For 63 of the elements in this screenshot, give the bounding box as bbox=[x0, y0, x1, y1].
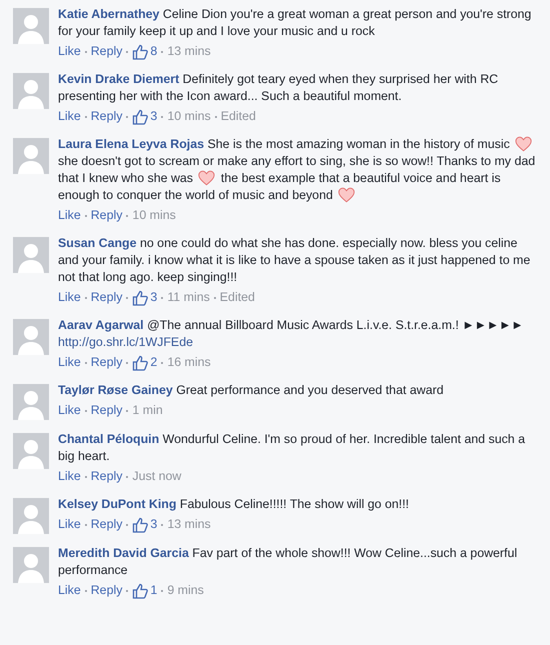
heart-icon bbox=[198, 170, 216, 186]
comment-text: Laura Elena Leyva Rojas She is the most amazing woman in the history of music she doesn't got to scream or make any effort to sing, she is so wow!! Thanks to my dad that I knew who she was the best example that a beautiful voice and heart is enough to conquer the world of music and beyond bbox=[58, 136, 536, 204]
reply-link[interactable]: Reply bbox=[90, 468, 122, 485]
like-count: 3 bbox=[150, 289, 158, 306]
author-name[interactable]: Kevin Drake Diemert bbox=[58, 72, 180, 86]
heart-icon bbox=[515, 136, 532, 152]
thumbs-up-icon bbox=[132, 108, 148, 124]
like-count: 3 bbox=[150, 108, 158, 125]
author-name[interactable]: Aarav Agarwal bbox=[58, 318, 144, 332]
like-link[interactable]: Like bbox=[58, 289, 81, 306]
comment-time[interactable]: Just now bbox=[132, 468, 182, 485]
thumbs-up-icon bbox=[132, 290, 148, 306]
like-link[interactable]: Like bbox=[58, 402, 81, 419]
comment-text: Katie Abernathey Celine Dion you're a great woman a great person and you're strong for your family keep it up and I love your music and u rock bbox=[58, 6, 532, 40]
heart-icon bbox=[338, 187, 356, 203]
reply-link[interactable]: Reply bbox=[90, 289, 122, 306]
comment-time[interactable]: 13 mins bbox=[167, 43, 211, 60]
comment-text: Meredith David Garcia Fav part of the whole show!!! Wow Celine...such a powerful performance bbox=[58, 545, 518, 579]
edited-label[interactable]: Edited bbox=[220, 289, 255, 306]
like-link[interactable]: Like bbox=[58, 468, 81, 485]
like-count: 2 bbox=[150, 354, 158, 371]
author-name[interactable]: Taylør Røse Gainey bbox=[58, 383, 173, 397]
like-count: 1 bbox=[150, 582, 158, 599]
comment-time[interactable]: 11 mins bbox=[167, 289, 210, 306]
author-name[interactable]: Meredith David Garcia bbox=[58, 546, 189, 560]
reply-link[interactable]: Reply bbox=[90, 582, 122, 599]
like-count: 8 bbox=[150, 43, 158, 60]
comment-text: Aarav Agarwal @The annual Billboard Music Awards L.i.v.e. S.t.r.e.a.m.! ►►►►► http://go.shr.lc/1WJFEde bbox=[58, 317, 525, 351]
reply-link[interactable]: Reply bbox=[90, 108, 122, 125]
comment-text: Susan Cange no one could do what she has done. especially now. bless you celine and your family. i know what it is like to have a spouse taken as it just happened to me not that long ago. keep singing!!! bbox=[58, 235, 532, 286]
author-name[interactable]: Laura Elena Leyva Rojas bbox=[58, 137, 204, 151]
reply-link[interactable]: Reply bbox=[90, 516, 122, 533]
thumbs-up-icon bbox=[132, 582, 148, 598]
edited-label[interactable]: Edited bbox=[220, 108, 256, 125]
comment-time[interactable]: 10 mins bbox=[132, 207, 176, 224]
thumbs-up-icon bbox=[132, 354, 148, 370]
comment-link[interactable]: http://go.shr.lc/1WJFEde bbox=[58, 335, 193, 349]
comment-text: Taylør Røse Gainey Great performance and you deserved that award bbox=[58, 382, 444, 399]
reply-link[interactable]: Reply bbox=[90, 207, 122, 224]
comment-time[interactable]: 10 mins bbox=[167, 108, 211, 125]
author-name[interactable]: Kelsey DuPont King bbox=[58, 497, 176, 511]
comment-text: Chantal Péloquin Wondurful Celine. I'm so proud of her. Incredible talent and such a big heart. bbox=[58, 431, 526, 465]
reply-link[interactable]: Reply bbox=[90, 354, 122, 371]
like-link[interactable]: Like bbox=[58, 354, 81, 371]
author-name[interactable]: Chantal Péloquin bbox=[58, 432, 160, 446]
comment-time[interactable]: 16 mins bbox=[167, 354, 211, 371]
comment-time[interactable]: 1 min bbox=[132, 402, 163, 419]
like-count: 3 bbox=[150, 516, 158, 533]
comment-time[interactable]: 13 mins bbox=[167, 516, 211, 533]
like-link[interactable]: Like bbox=[58, 108, 81, 125]
comment-text: Kelsey DuPont King Fabulous Celine!!!!! The show will go on!!! bbox=[58, 496, 410, 513]
comment-text: Kevin Drake Diemert Definitely got teary eyed when they surprised her with RC presenting her with the Icon award... Such a beautiful moment. bbox=[58, 71, 500, 105]
comment-time[interactable]: 9 mins bbox=[167, 582, 204, 599]
reply-link[interactable]: Reply bbox=[90, 402, 122, 419]
like-link[interactable]: Like bbox=[58, 516, 81, 533]
like-link[interactable]: Like bbox=[58, 207, 81, 224]
author-name[interactable]: Katie Abernathey bbox=[58, 7, 160, 21]
thumbs-up-icon bbox=[132, 516, 148, 532]
like-link[interactable]: Like bbox=[58, 582, 81, 599]
like-link[interactable]: Like bbox=[58, 43, 81, 60]
author-name[interactable]: Susan Cange bbox=[58, 236, 136, 250]
reply-link[interactable]: Reply bbox=[90, 43, 122, 60]
thumbs-up-icon bbox=[132, 44, 148, 60]
